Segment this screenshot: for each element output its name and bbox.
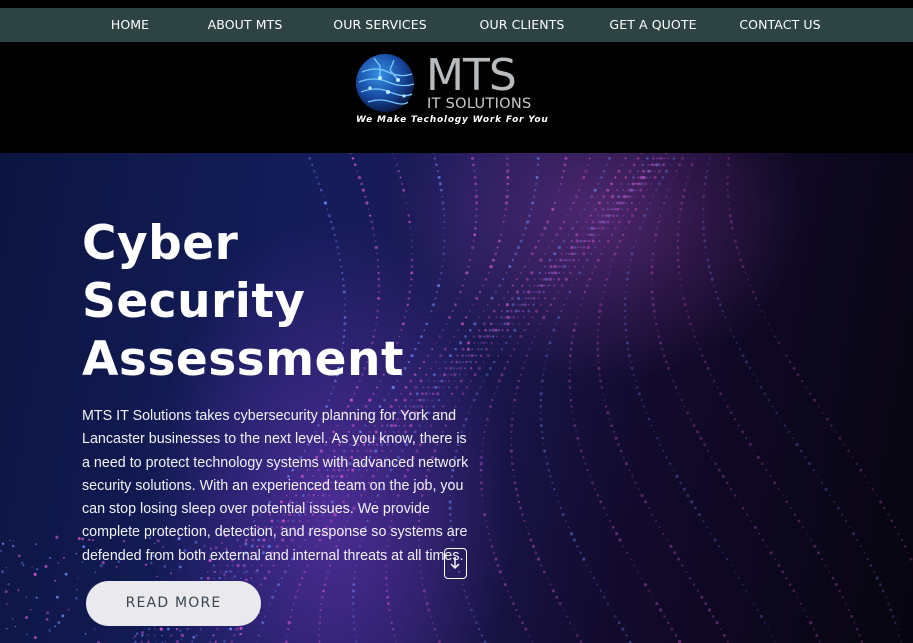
read-more-button[interactable]: READ MORE <box>86 581 261 626</box>
hero-title-line: Security <box>82 274 306 329</box>
top-strip <box>0 0 913 8</box>
logo-tagline: We Make Techology Work For You <box>356 115 549 125</box>
hero-title-line: Assessment <box>82 332 404 387</box>
nav-our-clients[interactable]: OUR CLIENTS <box>480 8 565 42</box>
site-logo[interactable]: MTS IT SOLUTIONS We Make Techology Work … <box>354 52 560 128</box>
logo-subtitle: IT SOLUTIONS <box>427 96 532 112</box>
hero-title-line: Cyber <box>82 216 239 271</box>
nav-get-a-quote[interactable]: GET A QUOTE <box>609 8 696 42</box>
site-header: MTS IT SOLUTIONS We Make Techology Work … <box>0 42 913 153</box>
hero-section: Cyber Security Assessment MTS IT Solutio… <box>0 153 913 643</box>
nav-our-services[interactable]: OUR SERVICES <box>333 8 426 42</box>
main-nav: HOME ABOUT MTS OUR SERVICES OUR CLIENTS … <box>0 8 913 42</box>
hero-description: MTS IT Solutions takes cybersecurity pla… <box>82 408 469 564</box>
hero-title: Cyber Security Assessment <box>82 215 502 389</box>
logo-wordmark: MTS <box>426 50 517 101</box>
arrow-down-icon <box>450 557 460 569</box>
nav-contact-us[interactable]: CONTACT US <box>739 8 820 42</box>
nav-home[interactable]: HOME <box>111 8 149 42</box>
nav-about-mts[interactable]: ABOUT MTS <box>208 8 283 42</box>
scroll-down-button[interactable] <box>444 548 467 579</box>
circuit-globe-icon <box>356 54 415 112</box>
